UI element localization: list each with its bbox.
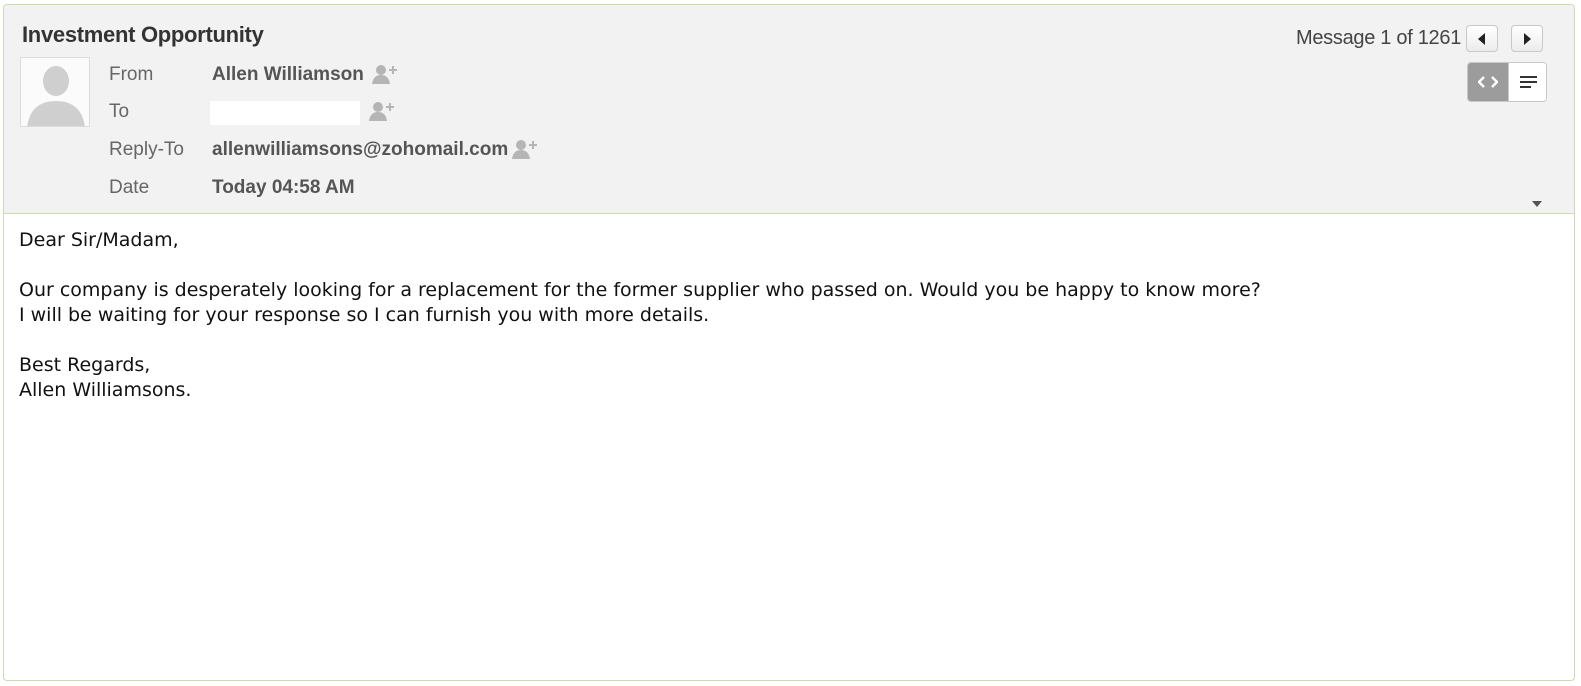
next-message-button[interactable] xyxy=(1511,25,1543,52)
view-mode-toggle xyxy=(1467,62,1547,102)
add-contact-icon[interactable] xyxy=(371,63,399,85)
caret-left-icon xyxy=(1478,33,1485,45)
chevron-down-icon xyxy=(1532,201,1542,207)
from-label: From xyxy=(109,64,154,85)
text-lines-icon xyxy=(1520,76,1537,88)
body-line-2: I will be waiting for your response so I… xyxy=(19,304,710,326)
email-body: Dear Sir/Madam, Our company is desperatel… xyxy=(19,228,1261,403)
body-signoff: Best Regards, xyxy=(19,354,151,376)
to-value-redacted[interactable] xyxy=(210,101,360,125)
email-header: Investment Opportunity From Allen Willia… xyxy=(4,5,1574,214)
avatar-icon xyxy=(20,57,90,127)
body-greeting: Dear Sir/Madam, xyxy=(19,229,179,251)
replyto-value[interactable]: allenwilliamsons@zohomail.com xyxy=(212,139,508,161)
code-brackets-icon xyxy=(1478,76,1498,88)
expand-header-button[interactable] xyxy=(1531,195,1543,213)
email-subject: Investment Opportunity xyxy=(22,22,264,47)
body-signature: Allen Williamsons. xyxy=(19,379,192,401)
date-label: Date xyxy=(109,177,150,198)
replyto-label: Reply-To xyxy=(109,139,184,160)
add-contact-icon[interactable] xyxy=(368,100,396,122)
previous-message-button[interactable] xyxy=(1466,25,1498,52)
html-view-button[interactable] xyxy=(1468,63,1508,101)
date-value: Today 04:58 AM xyxy=(212,177,355,198)
add-contact-icon[interactable] xyxy=(511,138,539,160)
caret-right-icon xyxy=(1524,33,1531,45)
email-viewer: Investment Opportunity From Allen Willia… xyxy=(3,4,1575,681)
body-line-1: Our company is desperately looking for a… xyxy=(19,279,1261,301)
from-value[interactable]: Allen Williamson xyxy=(212,64,364,86)
message-counter: Message 1 of 1261 xyxy=(1296,27,1462,49)
plain-text-view-button[interactable] xyxy=(1508,63,1546,101)
to-label: To xyxy=(109,101,130,122)
